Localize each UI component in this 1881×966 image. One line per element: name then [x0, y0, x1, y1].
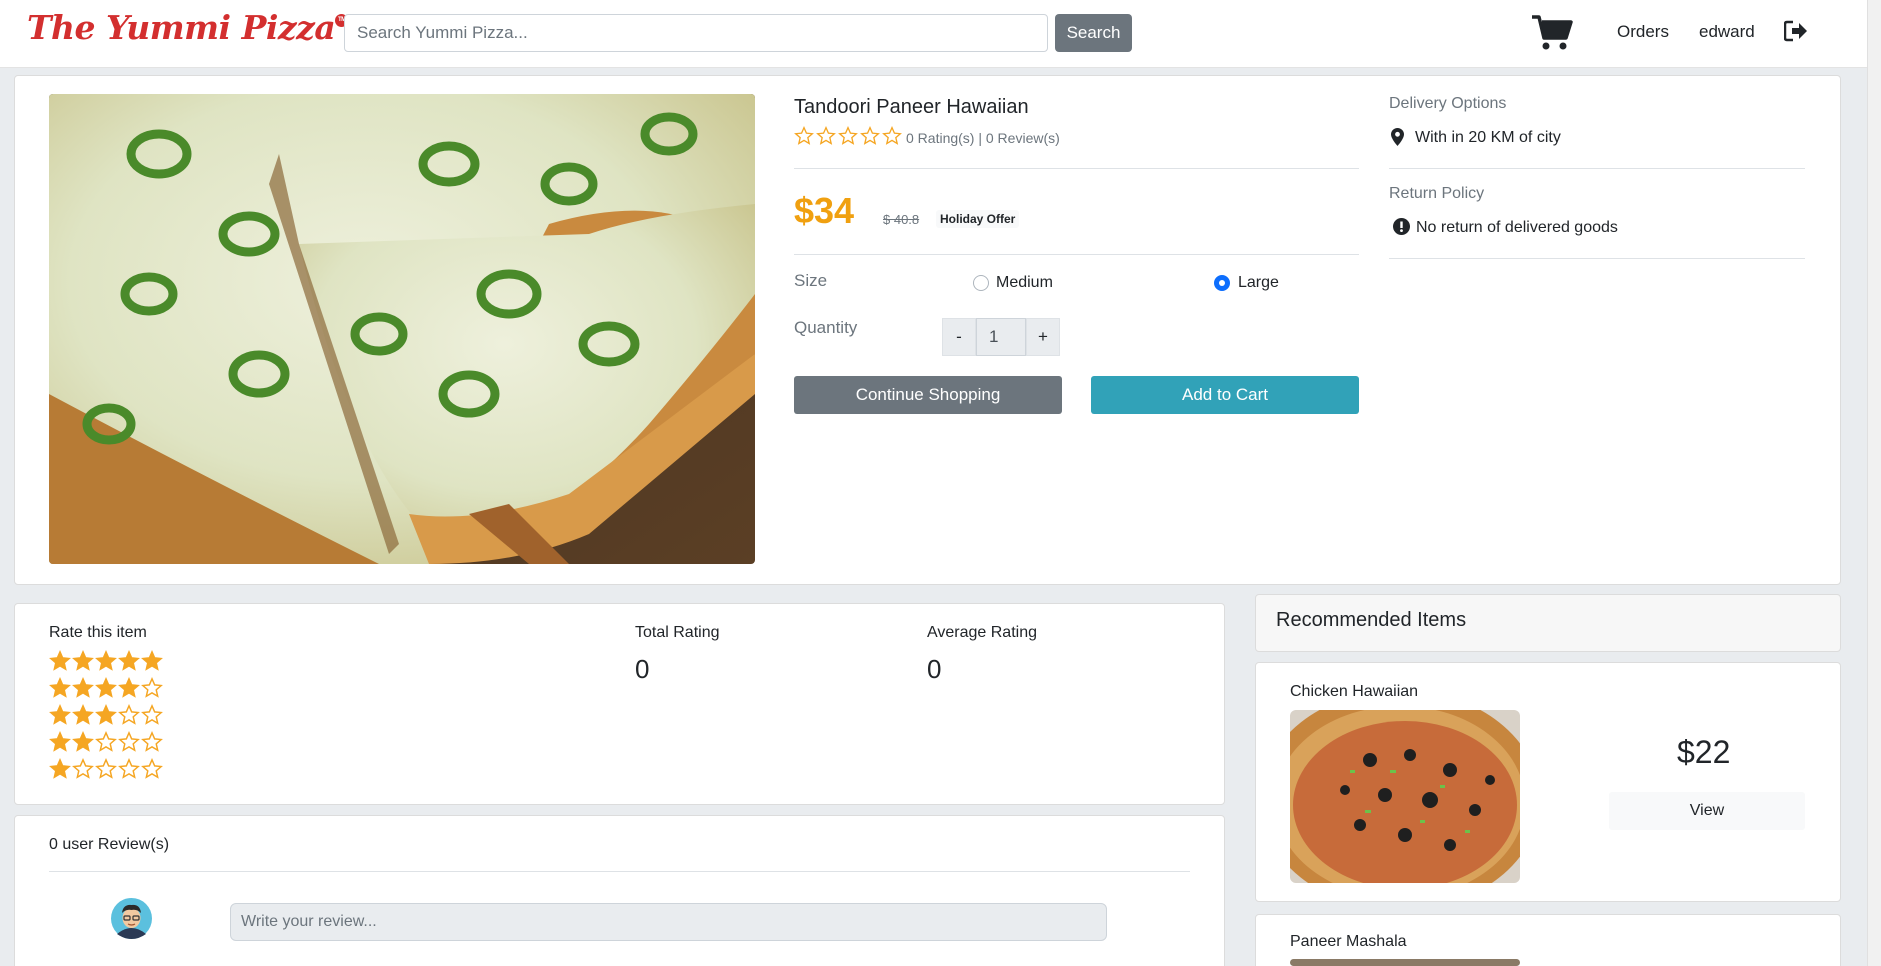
- product-price: $34: [794, 190, 855, 231]
- recommended-item-name: Paneer Mashala: [1290, 933, 1407, 950]
- star-rating-option-5[interactable]: [49, 650, 163, 672]
- star-rating-option-2[interactable]: [49, 731, 163, 753]
- map-marker-icon: [1391, 128, 1404, 146]
- quantity-decrease-button[interactable]: -: [942, 318, 976, 356]
- star-filled-icon: [95, 704, 117, 725]
- recommended-item-price: $22: [1677, 734, 1731, 770]
- product-image: [49, 94, 755, 564]
- rating-card: [14, 603, 1225, 805]
- star-outline-icon: [794, 126, 814, 145]
- product-title: Tandoori Paneer Hawaiian: [794, 96, 1029, 118]
- divider: [1389, 168, 1805, 169]
- star-filled-icon: [72, 677, 94, 698]
- star-filled-icon: [118, 677, 140, 698]
- star-outline-icon: [882, 126, 902, 145]
- recommended-header: Recommended Items: [1255, 594, 1841, 652]
- reviews-card: [14, 815, 1225, 966]
- user-link[interactable]: edward: [1699, 22, 1755, 42]
- star-filled-icon: [72, 731, 94, 752]
- review-input[interactable]: [230, 903, 1107, 941]
- star-outline-icon: [141, 677, 163, 698]
- rate-item-title: Rate this item: [49, 624, 147, 641]
- total-rating-value: 0: [635, 654, 650, 684]
- rating-summary: 0 Rating(s) | 0 Review(s): [906, 130, 1060, 146]
- star-filled-icon: [72, 704, 94, 725]
- quantity-input[interactable]: 1: [976, 318, 1026, 356]
- star-filled-icon: [72, 650, 94, 671]
- delivery-option-text: With in 20 KM of city: [1415, 129, 1561, 146]
- product-rating-stars: [794, 126, 902, 146]
- recommended-view-button[interactable]: View: [1609, 792, 1805, 830]
- recommended-item-image[interactable]: [1290, 959, 1520, 966]
- quantity-label: Quantity: [794, 318, 858, 337]
- star-filled-icon: [95, 650, 117, 671]
- star-rating-option-1[interactable]: [49, 758, 163, 780]
- search-input[interactable]: [344, 14, 1048, 52]
- quantity-increase-button[interactable]: +: [1026, 318, 1060, 356]
- star-filled-icon: [49, 731, 71, 752]
- average-rating-value: 0: [927, 654, 942, 684]
- star-outline-icon: [118, 731, 140, 752]
- return-policy-title: Return Policy: [1389, 185, 1485, 202]
- return-policy-text: No return of delivered goods: [1416, 219, 1618, 236]
- avatar: [111, 898, 152, 939]
- divider: [794, 168, 1359, 169]
- star-rating-option-4[interactable]: [49, 677, 163, 699]
- recommended-title: Recommended Items: [1276, 609, 1467, 631]
- average-rating-label: Average Rating: [927, 624, 1037, 641]
- old-price: $ 40.8: [883, 212, 920, 227]
- star-outline-icon: [141, 758, 163, 779]
- star-outline-icon: [72, 758, 94, 779]
- exclamation-circle-icon: [1393, 218, 1410, 235]
- size-label: Size: [794, 271, 828, 290]
- star-outline-icon: [860, 126, 880, 145]
- delivery-options-title: Delivery Options: [1389, 95, 1507, 112]
- star-outline-icon: [118, 758, 140, 779]
- size-large-radio[interactable]: [1214, 275, 1230, 291]
- star-filled-icon: [118, 650, 140, 671]
- cart-icon[interactable]: [1531, 14, 1573, 52]
- total-rating-label: Total Rating: [635, 624, 720, 641]
- orders-link[interactable]: Orders: [1617, 22, 1669, 42]
- navbar: The Yummi Pizza TM Search Orders edward: [0, 0, 1881, 68]
- star-outline-icon: [141, 704, 163, 725]
- pizza-photo: [1290, 710, 1520, 883]
- star-outline-icon: [95, 758, 117, 779]
- divider: [1389, 258, 1805, 259]
- logo-text: The Yummi Pizza: [27, 8, 336, 47]
- size-medium-radio[interactable]: [973, 275, 989, 291]
- pizza-photo: [49, 94, 755, 564]
- star-filled-icon: [141, 650, 163, 671]
- search-button[interactable]: Search: [1055, 14, 1132, 52]
- star-rating-option-3[interactable]: [49, 704, 163, 726]
- star-filled-icon: [49, 650, 71, 671]
- divider: [794, 254, 1359, 255]
- star-outline-icon: [118, 704, 140, 725]
- add-to-cart-button[interactable]: Add to Cart: [1091, 376, 1359, 414]
- size-medium-label[interactable]: Medium: [996, 274, 1053, 292]
- star-filled-icon: [95, 677, 117, 698]
- recommended-item-image[interactable]: [1290, 710, 1520, 883]
- star-filled-icon: [49, 704, 71, 725]
- divider: [49, 871, 1190, 872]
- star-filled-icon: [49, 677, 71, 698]
- logout-icon[interactable]: [1784, 20, 1808, 42]
- star-outline-icon: [838, 126, 858, 145]
- logo[interactable]: The Yummi Pizza TM: [27, 8, 349, 47]
- scrollbar[interactable]: [1867, 0, 1881, 966]
- star-outline-icon: [95, 731, 117, 752]
- size-large-label[interactable]: Large: [1238, 274, 1279, 292]
- review-count: 0 user Review(s): [49, 836, 170, 853]
- recommended-item-name: Chicken Hawaiian: [1290, 683, 1419, 700]
- star-outline-icon: [816, 126, 836, 145]
- offer-badge: Holiday Offer: [936, 210, 1020, 228]
- star-outline-icon: [141, 731, 163, 752]
- continue-shopping-button[interactable]: Continue Shopping: [794, 376, 1062, 414]
- star-filled-icon: [49, 758, 71, 779]
